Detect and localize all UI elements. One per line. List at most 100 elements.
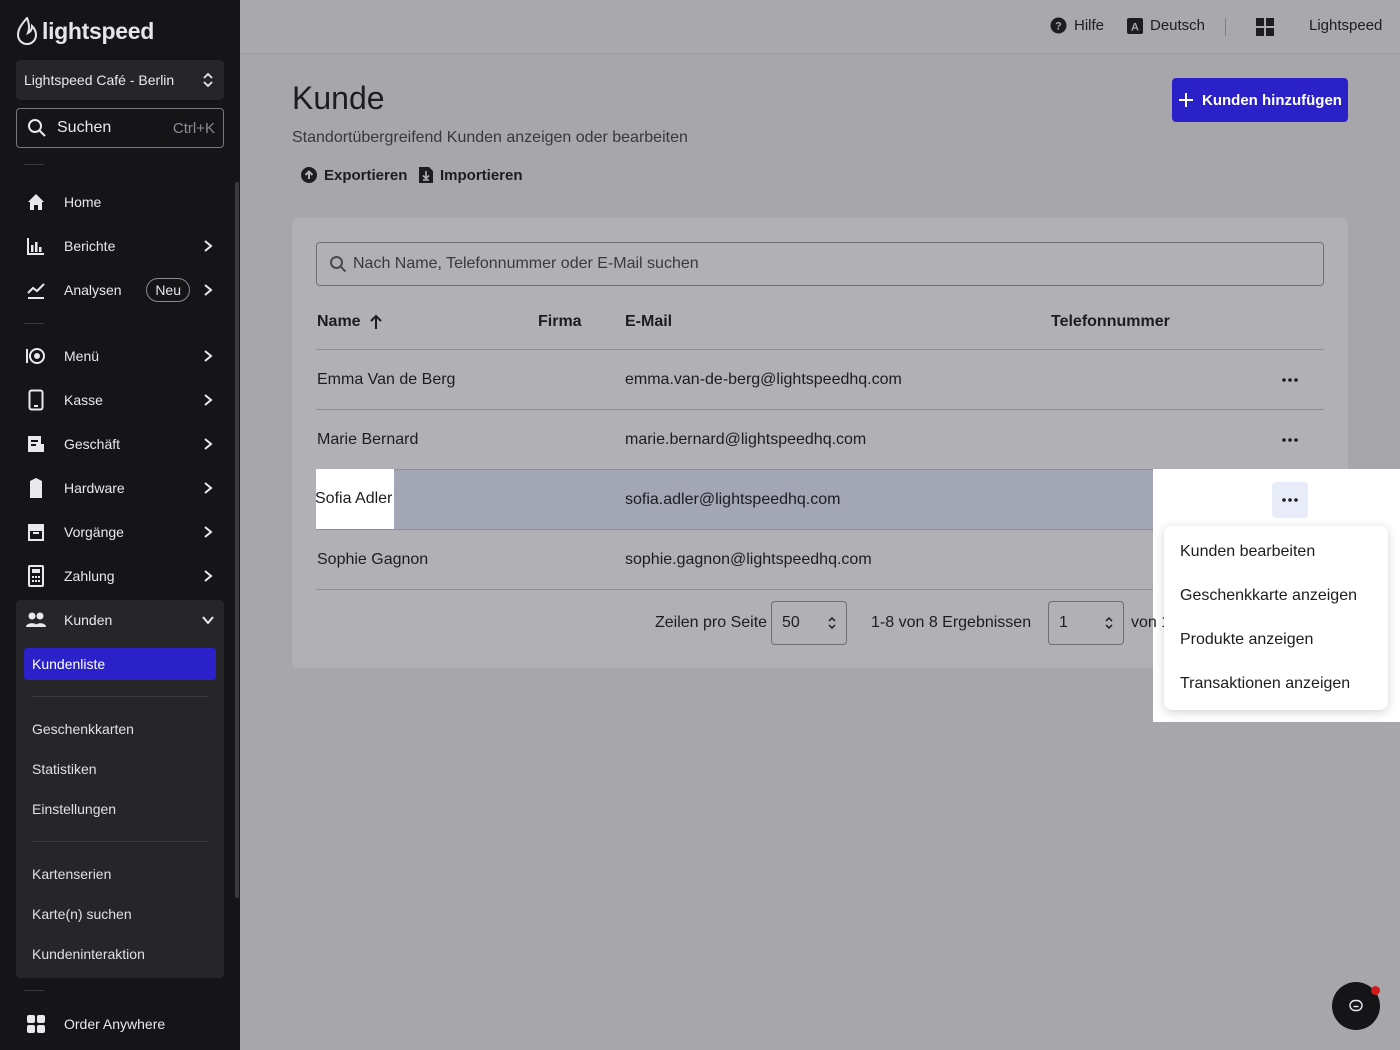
- tablet-icon: [24, 388, 48, 412]
- search-label: Suchen: [57, 119, 112, 136]
- customer-email: marie.bernard@lightspeedhq.com: [625, 431, 867, 448]
- sidebar-item-geschaeft[interactable]: Geschäft: [16, 424, 224, 464]
- column-header-phone[interactable]: Telefonnummer: [1051, 313, 1170, 331]
- sidebar-subitem-geschenkkarten[interactable]: Geschenkkarten: [32, 721, 134, 737]
- hardware-icon: [24, 476, 48, 500]
- import-button[interactable]: Importieren: [418, 166, 523, 184]
- sidebar-subitem-statistiken[interactable]: Statistiken: [32, 761, 97, 777]
- plus-icon: [1179, 93, 1193, 107]
- help-link[interactable]: ? Hilfe: [1050, 17, 1104, 34]
- sidebar-item-berichte[interactable]: Berichte: [16, 226, 224, 266]
- sidebar-subitem-kartenserien[interactable]: Kartenserien: [32, 866, 111, 882]
- archive-icon: [24, 520, 48, 544]
- rows-per-page-select[interactable]: 50: [771, 601, 847, 645]
- rows-per-page-label: Zeilen pro Seite: [655, 614, 768, 631]
- chevron-right-icon: [200, 480, 216, 496]
- sidebar-item-label: Berichte: [64, 238, 116, 254]
- customer-search-input[interactable]: [353, 255, 1253, 273]
- row-actions-menu: Kunden bearbeiten Geschenkkarte anzeigen…: [1164, 526, 1388, 710]
- sidebar: lightspeed Lightspeed Café - Berlin Such…: [0, 0, 240, 1050]
- help-label: Hilfe: [1074, 17, 1105, 34]
- topbar: [240, 0, 1400, 54]
- sidebar-subitem-karten-suchen[interactable]: Karte(n) suchen: [32, 906, 132, 922]
- sidebar-item-vorgaenge[interactable]: Vorgänge: [16, 512, 224, 552]
- sidebar-item-label: Menü: [64, 348, 100, 364]
- sidebar-search[interactable]: Suchen Ctrl+K: [16, 108, 224, 148]
- customer-name: Sofia Adler: [315, 490, 393, 507]
- language-switcher[interactable]: A Deutsch: [1127, 17, 1205, 34]
- row-actions-button[interactable]: [1276, 366, 1304, 394]
- divider: [24, 323, 44, 324]
- language-label: Deutsch: [1150, 17, 1206, 34]
- account-menu[interactable]: Lightspeed: [1309, 17, 1382, 34]
- more-horizontal-icon: [1282, 438, 1298, 442]
- page-select[interactable]: 1: [1048, 601, 1124, 645]
- location-selector[interactable]: Lightspeed Café - Berlin: [16, 60, 224, 100]
- menu-item-edit-customer[interactable]: Kunden bearbeiten: [1180, 543, 1315, 561]
- svg-text:?: ?: [1055, 21, 1062, 33]
- chevron-right-icon: [200, 392, 216, 408]
- menu-icon: [24, 344, 48, 368]
- help-icon: ?: [1050, 17, 1067, 34]
- chat-icon: [1349, 999, 1363, 1012]
- sidebar-scrollbar[interactable]: [235, 182, 239, 898]
- sidebar-item-label: Hardware: [64, 480, 125, 496]
- search-shortcut: Ctrl+K: [172, 119, 215, 137]
- chevron-right-icon: [200, 568, 216, 584]
- sidebar-item-zahlung[interactable]: Zahlung: [16, 556, 224, 596]
- sidebar-item-kunden[interactable]: Kunden: [16, 600, 224, 640]
- menu-item-view-gift-card[interactable]: Geschenkkarte anzeigen: [1180, 587, 1357, 605]
- sidebar-item-analysen[interactable]: Analysen Neu: [16, 270, 224, 310]
- sidebar-item-menu[interactable]: Menü: [16, 336, 224, 376]
- menu-item-view-transactions[interactable]: Transaktionen anzeigen: [1180, 675, 1350, 693]
- results-range: 1-8 von 8 Ergebnissen: [871, 614, 1032, 631]
- column-header-label: Firma: [538, 313, 582, 330]
- column-header-name[interactable]: Name: [317, 313, 383, 331]
- trend-icon: [24, 278, 48, 302]
- search-icon: [330, 256, 347, 273]
- divider: [24, 164, 44, 165]
- brand-name: lightspeed: [42, 17, 155, 44]
- account-label: Lightspeed: [1309, 17, 1383, 34]
- updown-chevron-icon: [1105, 616, 1113, 630]
- sidebar-subitem-kundenliste[interactable]: Kundenliste: [24, 648, 216, 680]
- bar-chart-icon: [24, 234, 48, 258]
- updown-chevron-icon: [203, 72, 213, 88]
- sidebar-item-label: Geschäft: [64, 436, 121, 452]
- add-customer-label: Kunden hinzufügen: [1202, 91, 1342, 109]
- customer-email: sofia.adler@lightspeedhq.com: [625, 491, 841, 508]
- page-title: Kunde: [292, 80, 385, 116]
- sidebar-item-order-anywhere[interactable]: Order Anywhere: [16, 1004, 224, 1044]
- menu-item-view-products[interactable]: Produkte anzeigen: [1180, 631, 1313, 649]
- table-divider: [316, 409, 1324, 410]
- search-icon: [28, 119, 46, 137]
- chevron-right-icon: [200, 348, 216, 364]
- customer-email: sophie.gagnon@lightspeedhq.com: [625, 551, 872, 568]
- sidebar-subitem-kundeninteraktion[interactable]: Kundeninteraktion: [32, 946, 145, 962]
- sidebar-item-home[interactable]: Home: [16, 182, 224, 222]
- customer-name: Marie Bernard: [317, 431, 419, 448]
- people-icon: [24, 608, 48, 632]
- apps-grid-button[interactable]: [1256, 18, 1274, 36]
- chevron-down-icon: [200, 612, 216, 628]
- table-divider: [316, 349, 1324, 350]
- sidebar-item-kasse[interactable]: Kasse: [16, 380, 224, 420]
- customer-name: Sophie Gagnon: [317, 551, 429, 568]
- sidebar-subitem-einstellungen[interactable]: Einstellungen: [32, 801, 116, 817]
- customer-name: Emma Van de Berg: [317, 371, 456, 388]
- export-button[interactable]: Exportieren: [300, 166, 407, 184]
- sidebar-item-hardware[interactable]: Hardware: [16, 468, 224, 508]
- order-anywhere-icon: [24, 1012, 48, 1036]
- column-header-email[interactable]: E-Mail: [625, 313, 672, 331]
- row-actions-button[interactable]: [1276, 486, 1304, 514]
- lightspeed-logo[interactable]: lightspeed: [16, 16, 154, 46]
- row-actions-button[interactable]: [1276, 426, 1304, 454]
- sidebar-item-label: Analysen: [64, 282, 122, 298]
- grid-icon: [1256, 18, 1274, 36]
- sidebar-item-label: Order Anywhere: [64, 1016, 166, 1032]
- sidebar-item-label: Kunden: [64, 612, 113, 628]
- customer-search-field[interactable]: [316, 242, 1324, 286]
- column-header-company[interactable]: Firma: [538, 313, 582, 331]
- add-customer-button[interactable]: Kunden hinzufügen: [1172, 78, 1348, 122]
- customer-email: emma.van-de-berg@lightspeedhq.com: [625, 371, 902, 388]
